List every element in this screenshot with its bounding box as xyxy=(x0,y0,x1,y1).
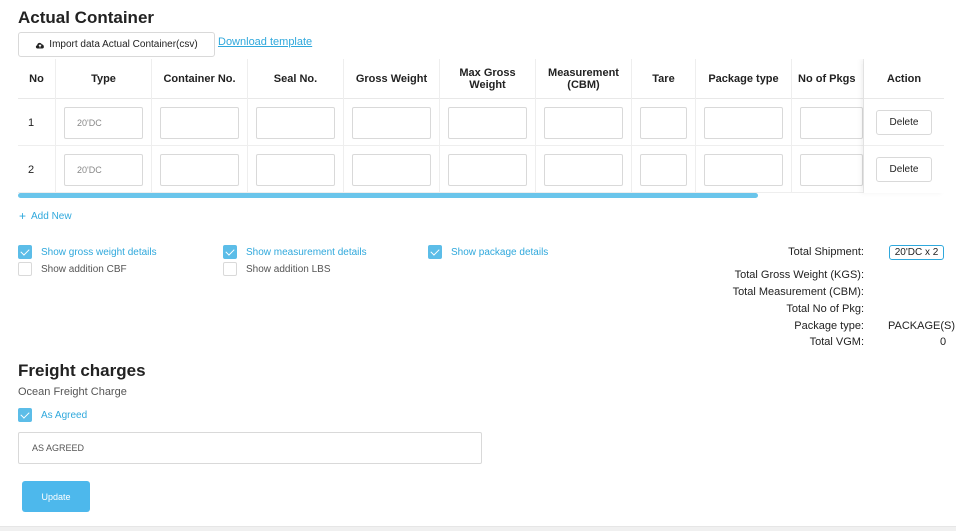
as-agreed-checkbox[interactable]: As Agreed xyxy=(18,408,87,422)
section-title: Actual Container xyxy=(18,8,155,27)
ocean-freight-label: Ocean Freight Charge xyxy=(18,386,127,398)
show-measurement-checkbox[interactable]: Show measurement details xyxy=(223,245,367,259)
seal-no-input[interactable] xyxy=(256,153,335,186)
download-template-link[interactable]: Download template xyxy=(218,36,312,48)
tare-input[interactable] xyxy=(640,153,687,186)
measurement-input[interactable] xyxy=(544,153,623,186)
no-of-pkgs-input[interactable] xyxy=(800,153,863,186)
column-header: Max Gross Weight xyxy=(440,59,536,99)
package-type-input[interactable] xyxy=(704,106,783,139)
checkbox-label: Show addition CBF xyxy=(41,263,127,275)
show-addition-lbs-checkbox[interactable]: Show addition LBS xyxy=(223,262,331,276)
type-input[interactable]: 20'DC xyxy=(64,106,143,139)
tare-input[interactable] xyxy=(640,106,687,139)
checkbox-label: Show measurement details xyxy=(246,246,367,258)
container-table: No Type Container No. Seal No. Gross Wei… xyxy=(18,59,944,200)
container-no-input[interactable] xyxy=(160,153,239,186)
freight-charge-input[interactable]: AS AGREED xyxy=(18,432,482,464)
row-number: 2 xyxy=(18,146,56,193)
freight-charges-title: Freight charges xyxy=(18,361,146,380)
checkbox-label: Show addition LBS xyxy=(246,263,331,275)
seal-no-input[interactable] xyxy=(256,106,335,139)
column-header: Measurement (CBM) xyxy=(536,59,632,99)
package-type-input[interactable] xyxy=(704,153,783,186)
total-gross-weight-label: Total Gross Weight (KGS): xyxy=(734,269,864,281)
delete-button[interactable]: Delete xyxy=(876,109,932,135)
checkbox-checked-icon[interactable] xyxy=(428,245,442,259)
import-csv-label: Import data Actual Container(csv) xyxy=(49,39,198,50)
checkbox-checked-icon[interactable] xyxy=(18,408,32,422)
column-header: Container No. xyxy=(152,59,248,99)
checkbox-checked-icon[interactable] xyxy=(18,245,32,259)
total-vgm-label: Total VGM: xyxy=(809,336,864,348)
column-header: No xyxy=(18,59,56,99)
measurement-input[interactable] xyxy=(544,106,623,139)
total-shipment-label: Total Shipment: xyxy=(788,246,864,258)
update-button[interactable]: Update xyxy=(22,481,90,512)
show-gross-weight-checkbox[interactable]: Show gross weight details xyxy=(18,245,157,259)
cloud-upload-icon xyxy=(36,42,45,48)
add-new-label: Add New xyxy=(31,210,72,222)
checkbox-label: Show package details xyxy=(451,246,549,258)
action-column: Action Delete Delete xyxy=(864,59,944,193)
gross-weight-input[interactable] xyxy=(352,106,431,139)
max-gross-weight-input[interactable] xyxy=(448,153,527,186)
no-of-pkgs-input[interactable] xyxy=(800,106,863,139)
column-header: Action xyxy=(864,59,944,99)
total-no-of-pkg-label: Total No of Pkg: xyxy=(786,303,864,315)
column-header: Package type xyxy=(696,59,792,99)
column-header: Type xyxy=(56,59,152,99)
total-measurement-label: Total Measurement (CBM): xyxy=(732,286,864,298)
checkbox-label: Show gross weight details xyxy=(41,246,157,258)
import-csv-button[interactable]: Import data Actual Container(csv) xyxy=(18,32,215,57)
column-header: No of Pkgs xyxy=(792,59,864,99)
max-gross-weight-input[interactable] xyxy=(448,106,527,139)
add-new-button[interactable]: + Add New xyxy=(19,209,72,223)
checkbox-unchecked-icon[interactable] xyxy=(18,262,32,276)
row-number: 1 xyxy=(18,99,56,146)
table-row: 1 20'DC xyxy=(18,99,944,146)
plus-icon: + xyxy=(19,209,27,223)
checkbox-label: As Agreed xyxy=(41,409,88,421)
table-row: 2 20'DC xyxy=(18,146,944,193)
type-input[interactable]: 20'DC xyxy=(64,153,143,186)
package-type-label: Package type: xyxy=(794,320,864,332)
table-header: No Type Container No. Seal No. Gross Wei… xyxy=(18,59,944,99)
total-vgm-value: 0 xyxy=(940,336,947,348)
column-header: Seal No. xyxy=(248,59,344,99)
column-header: Tare xyxy=(632,59,696,99)
package-type-value: PACKAGE(S) xyxy=(888,320,956,332)
checkbox-checked-icon[interactable] xyxy=(223,245,237,259)
gross-weight-input[interactable] xyxy=(352,153,431,186)
checkbox-unchecked-icon[interactable] xyxy=(223,262,237,276)
column-header: Gross Weight xyxy=(344,59,440,99)
show-package-checkbox[interactable]: Show package details xyxy=(428,245,548,259)
horizontal-scrollbar[interactable] xyxy=(18,193,758,198)
container-no-input[interactable] xyxy=(160,106,239,139)
show-addition-cbf-checkbox[interactable]: Show addition CBF xyxy=(18,262,127,276)
actual-container-panel: Actual Container Import data Actual Cont… xyxy=(0,0,956,527)
total-shipment-badge: 20'DC x 2 xyxy=(889,245,944,260)
delete-button[interactable]: Delete xyxy=(876,157,932,182)
